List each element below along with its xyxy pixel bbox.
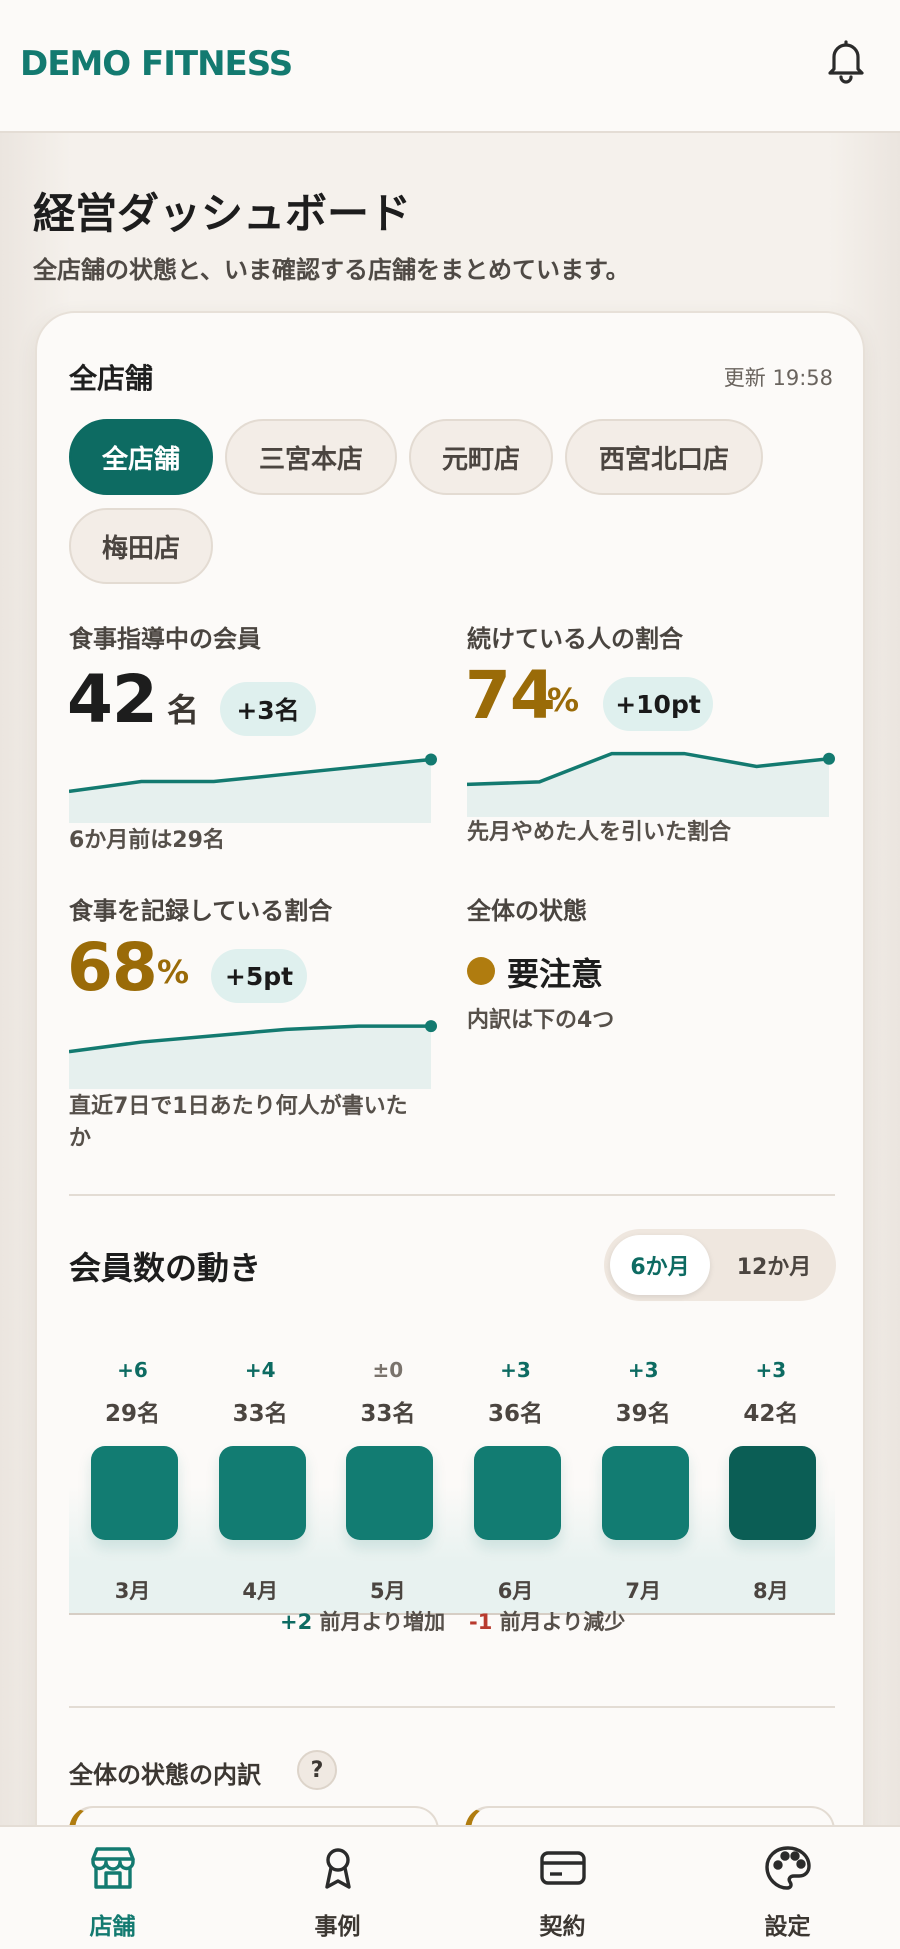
bar-value-label: 29名 bbox=[104, 1401, 160, 1427]
bottom-tab-bar: 店舗 事例 契約 設定 bbox=[0, 1825, 900, 1949]
sparkline-endpoint bbox=[823, 752, 835, 765]
bar-column[interactable]: ±0 33名 5月 bbox=[324, 1346, 451, 1616]
bar-column[interactable]: +3 36名 6月 bbox=[452, 1346, 579, 1616]
bar-delta-label: +3 bbox=[500, 1358, 531, 1382]
bar-value-label: 36名 bbox=[487, 1401, 543, 1427]
brand-logo[interactable]: DEMO FITNESS bbox=[20, 44, 293, 84]
logging-unit: % bbox=[157, 953, 190, 991]
range-12-months-button[interactable]: 12か月 bbox=[720, 1235, 828, 1295]
bar-category-label: 8月 bbox=[753, 1579, 789, 1603]
chart-legend-up: +2 前月より増加 bbox=[280, 1606, 445, 1636]
store-chip-nishinomiya[interactable]: 西宮北口店 bbox=[565, 419, 763, 495]
page-subtitle: 全店舗の状態と、いま確認する店舗をまとめています。 bbox=[33, 256, 630, 284]
members-section-title: 会員数の動き bbox=[69, 1249, 262, 1287]
bar bbox=[729, 1446, 817, 1540]
retention-value: 74 bbox=[465, 657, 556, 734]
sparkline-endpoint bbox=[425, 753, 437, 766]
retention-sparkline bbox=[467, 751, 835, 817]
divider bbox=[69, 1194, 835, 1196]
bar bbox=[346, 1446, 434, 1540]
store-chip-motomachi[interactable]: 元町店 bbox=[409, 419, 553, 495]
store-icon bbox=[91, 1847, 135, 1889]
tab-contract[interactable]: 契約 bbox=[450, 1827, 675, 1949]
overall-status-value: 要注意 bbox=[507, 955, 604, 993]
members-bar-chart: +6 29名 3月 +4 33名 4月 ±0 33名 5月 +3 36名 6月 +3 39名 7月 +3 42名… bbox=[69, 1346, 835, 1616]
diet-members-delta: +3名 bbox=[220, 682, 316, 736]
store-chip-umeda[interactable]: 梅田店 bbox=[69, 508, 213, 584]
retention-delta: +10pt bbox=[603, 677, 713, 731]
card-title: 全店舗 bbox=[69, 362, 154, 395]
overall-status-note: 内訳は下の4つ bbox=[467, 1008, 615, 1033]
credit-card-icon bbox=[540, 1851, 586, 1885]
tab-label: 店舗 bbox=[89, 1914, 136, 1940]
bar-delta-label: +6 bbox=[117, 1358, 148, 1382]
legend-down-text: 前月より減少 bbox=[499, 1610, 626, 1634]
bar-value-label: 33名 bbox=[232, 1401, 288, 1427]
award-icon bbox=[325, 1848, 351, 1889]
chart-legend-down: -1 前月より減少 bbox=[469, 1606, 625, 1636]
retention-unit: % bbox=[547, 681, 580, 719]
bar-column[interactable]: +3 39名 7月 bbox=[580, 1346, 707, 1616]
bar bbox=[91, 1446, 178, 1540]
logging-sparkline bbox=[69, 1020, 437, 1089]
bar-delta-label: +3 bbox=[627, 1358, 659, 1382]
diet-members-unit: 名 bbox=[167, 691, 200, 729]
bar-column[interactable]: +6 29名 3月 bbox=[69, 1346, 196, 1616]
bar-category-label: 5月 bbox=[370, 1579, 406, 1603]
retention-label: 続けている人の割合 bbox=[467, 625, 683, 653]
logging-note: 直近7日で1日あたり何人が書いたか bbox=[69, 1094, 408, 1151]
page-title: 経営ダッシュボード bbox=[33, 189, 412, 238]
app-header: DEMO FITNESS bbox=[0, 0, 900, 133]
updated-time: 更新 19:58 bbox=[723, 366, 833, 390]
diet-members-label: 食事指導中の会員 bbox=[69, 625, 261, 653]
breakdown-title: 全体の状態の内訳 bbox=[69, 1761, 261, 1789]
range-toggle: 6か月 12か月 bbox=[604, 1229, 836, 1301]
retention-note: 先月やめた人を引いた割合 bbox=[467, 820, 732, 845]
tab-label: 契約 bbox=[539, 1914, 586, 1940]
bar-value-label: 39名 bbox=[615, 1401, 671, 1427]
tab-cases[interactable]: 事例 bbox=[225, 1827, 450, 1949]
tab-label: 設定 bbox=[764, 1914, 811, 1940]
bar-delta-label: +4 bbox=[244, 1358, 276, 1382]
logging-delta: +5pt bbox=[211, 949, 307, 1003]
tab-label: 事例 bbox=[314, 1914, 361, 1940]
bar bbox=[601, 1446, 689, 1540]
diet-members-sparkline bbox=[69, 753, 437, 823]
sparkline-area bbox=[69, 1026, 431, 1089]
bar bbox=[474, 1446, 561, 1540]
divider bbox=[69, 1706, 835, 1708]
diet-members-value: 42 bbox=[67, 661, 158, 738]
bar bbox=[218, 1446, 306, 1540]
dashboard-card: 全店舗 更新 19:58 全店舗 三宮本店 元町店 西宮北口店 梅田店 食事指導… bbox=[35, 311, 865, 1949]
logging-label: 食事を記録している割合 bbox=[69, 897, 333, 925]
bar-delta-label: +3 bbox=[755, 1358, 787, 1382]
bar-category-label: 6月 bbox=[497, 1579, 534, 1603]
store-chip-sannomiya[interactable]: 三宮本店 bbox=[225, 419, 397, 495]
legend-up-value: +2 bbox=[280, 1610, 313, 1634]
store-chip-all[interactable]: 全店舗 bbox=[69, 419, 213, 495]
legend-down-value: -1 bbox=[469, 1610, 493, 1634]
bar-category-label: 4月 bbox=[242, 1579, 278, 1603]
tab-store[interactable]: 店舗 bbox=[0, 1827, 225, 1949]
range-6-months-button[interactable]: 6か月 bbox=[610, 1235, 710, 1295]
diet-members-note: 6か月前は29名 bbox=[69, 828, 225, 853]
bar-column[interactable]: +3 42名 8月 bbox=[707, 1346, 834, 1616]
palette-icon bbox=[765, 1846, 811, 1890]
sparkline-area bbox=[69, 759, 431, 823]
bar-delta-label: ±0 bbox=[372, 1358, 404, 1382]
bar-value-label: 33名 bbox=[360, 1401, 416, 1427]
sparkline-endpoint bbox=[425, 1020, 437, 1033]
bar-category-label: 7月 bbox=[625, 1579, 661, 1603]
bar-column[interactable]: +4 33名 4月 bbox=[197, 1346, 324, 1616]
bar-value-label: 42名 bbox=[743, 1401, 799, 1427]
overall-status-label: 全体の状態 bbox=[467, 897, 587, 925]
status-dot-icon bbox=[467, 957, 495, 985]
notification-bell-icon[interactable] bbox=[820, 34, 872, 86]
legend-up-text: 前月より増加 bbox=[319, 1610, 446, 1634]
help-icon[interactable]: ? bbox=[297, 1750, 337, 1790]
bar-category-label: 3月 bbox=[114, 1579, 151, 1603]
tab-settings[interactable]: 設定 bbox=[675, 1827, 900, 1949]
logging-value: 68 bbox=[67, 929, 158, 1006]
